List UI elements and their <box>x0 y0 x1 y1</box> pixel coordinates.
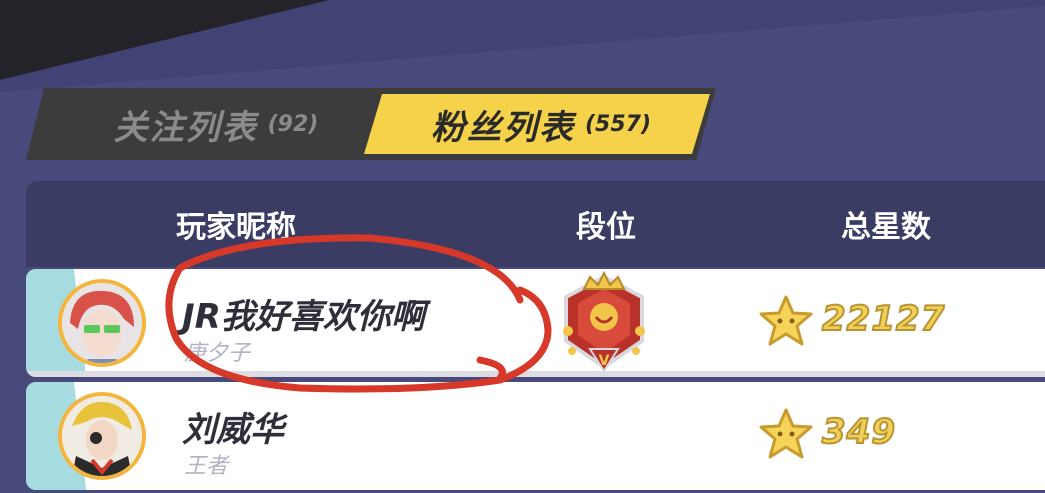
column-header-nickname: 玩家昵称 <box>176 210 296 245</box>
table-row[interactable]: 刘威华 王者 349 <box>26 382 1045 490</box>
column-header-rank: 段位 <box>576 210 636 245</box>
player-subtitle: 王者 <box>184 454 229 479</box>
svg-text:V: V <box>599 353 610 369</box>
player-subtitle: 庚夕子 <box>184 341 251 366</box>
table-row[interactable]: JR我好喜欢你啊 庚夕子 V 22127 <box>26 269 1045 377</box>
row-divider <box>26 371 1045 377</box>
tab-fans-list[interactable]: 粉丝列表 (557) <box>376 88 706 160</box>
player-nickname: JR我好喜欢你啊 <box>182 297 425 337</box>
star-icon <box>759 295 813 346</box>
avatar[interactable] <box>58 392 146 480</box>
total-stars-value: 22127 <box>821 298 946 340</box>
player-nickname: 刘威华 <box>182 410 284 450</box>
avatar-armored-hero-icon <box>62 396 142 476</box>
tab-fans-count: (557) <box>584 111 652 137</box>
total-stars-value: 349 <box>821 411 896 453</box>
rank-badge-icon: V <box>563 271 645 373</box>
tab-fans-label: 粉丝列表 <box>430 107 575 148</box>
tab-following-count: (92) <box>267 111 319 137</box>
star-icon <box>759 408 813 459</box>
tab-following-label: 关注列表 <box>113 107 258 148</box>
column-header-total-stars: 总星数 <box>841 210 931 245</box>
tab-bar: 关注列表 (92) 粉丝列表 (557) <box>26 88 716 160</box>
table-header: 玩家昵称 段位 总星数 <box>26 181 1045 267</box>
tab-following-list[interactable]: 关注列表 (92) <box>56 88 376 160</box>
avatar-red-hair-icon <box>62 283 142 363</box>
avatar[interactable] <box>58 279 146 367</box>
